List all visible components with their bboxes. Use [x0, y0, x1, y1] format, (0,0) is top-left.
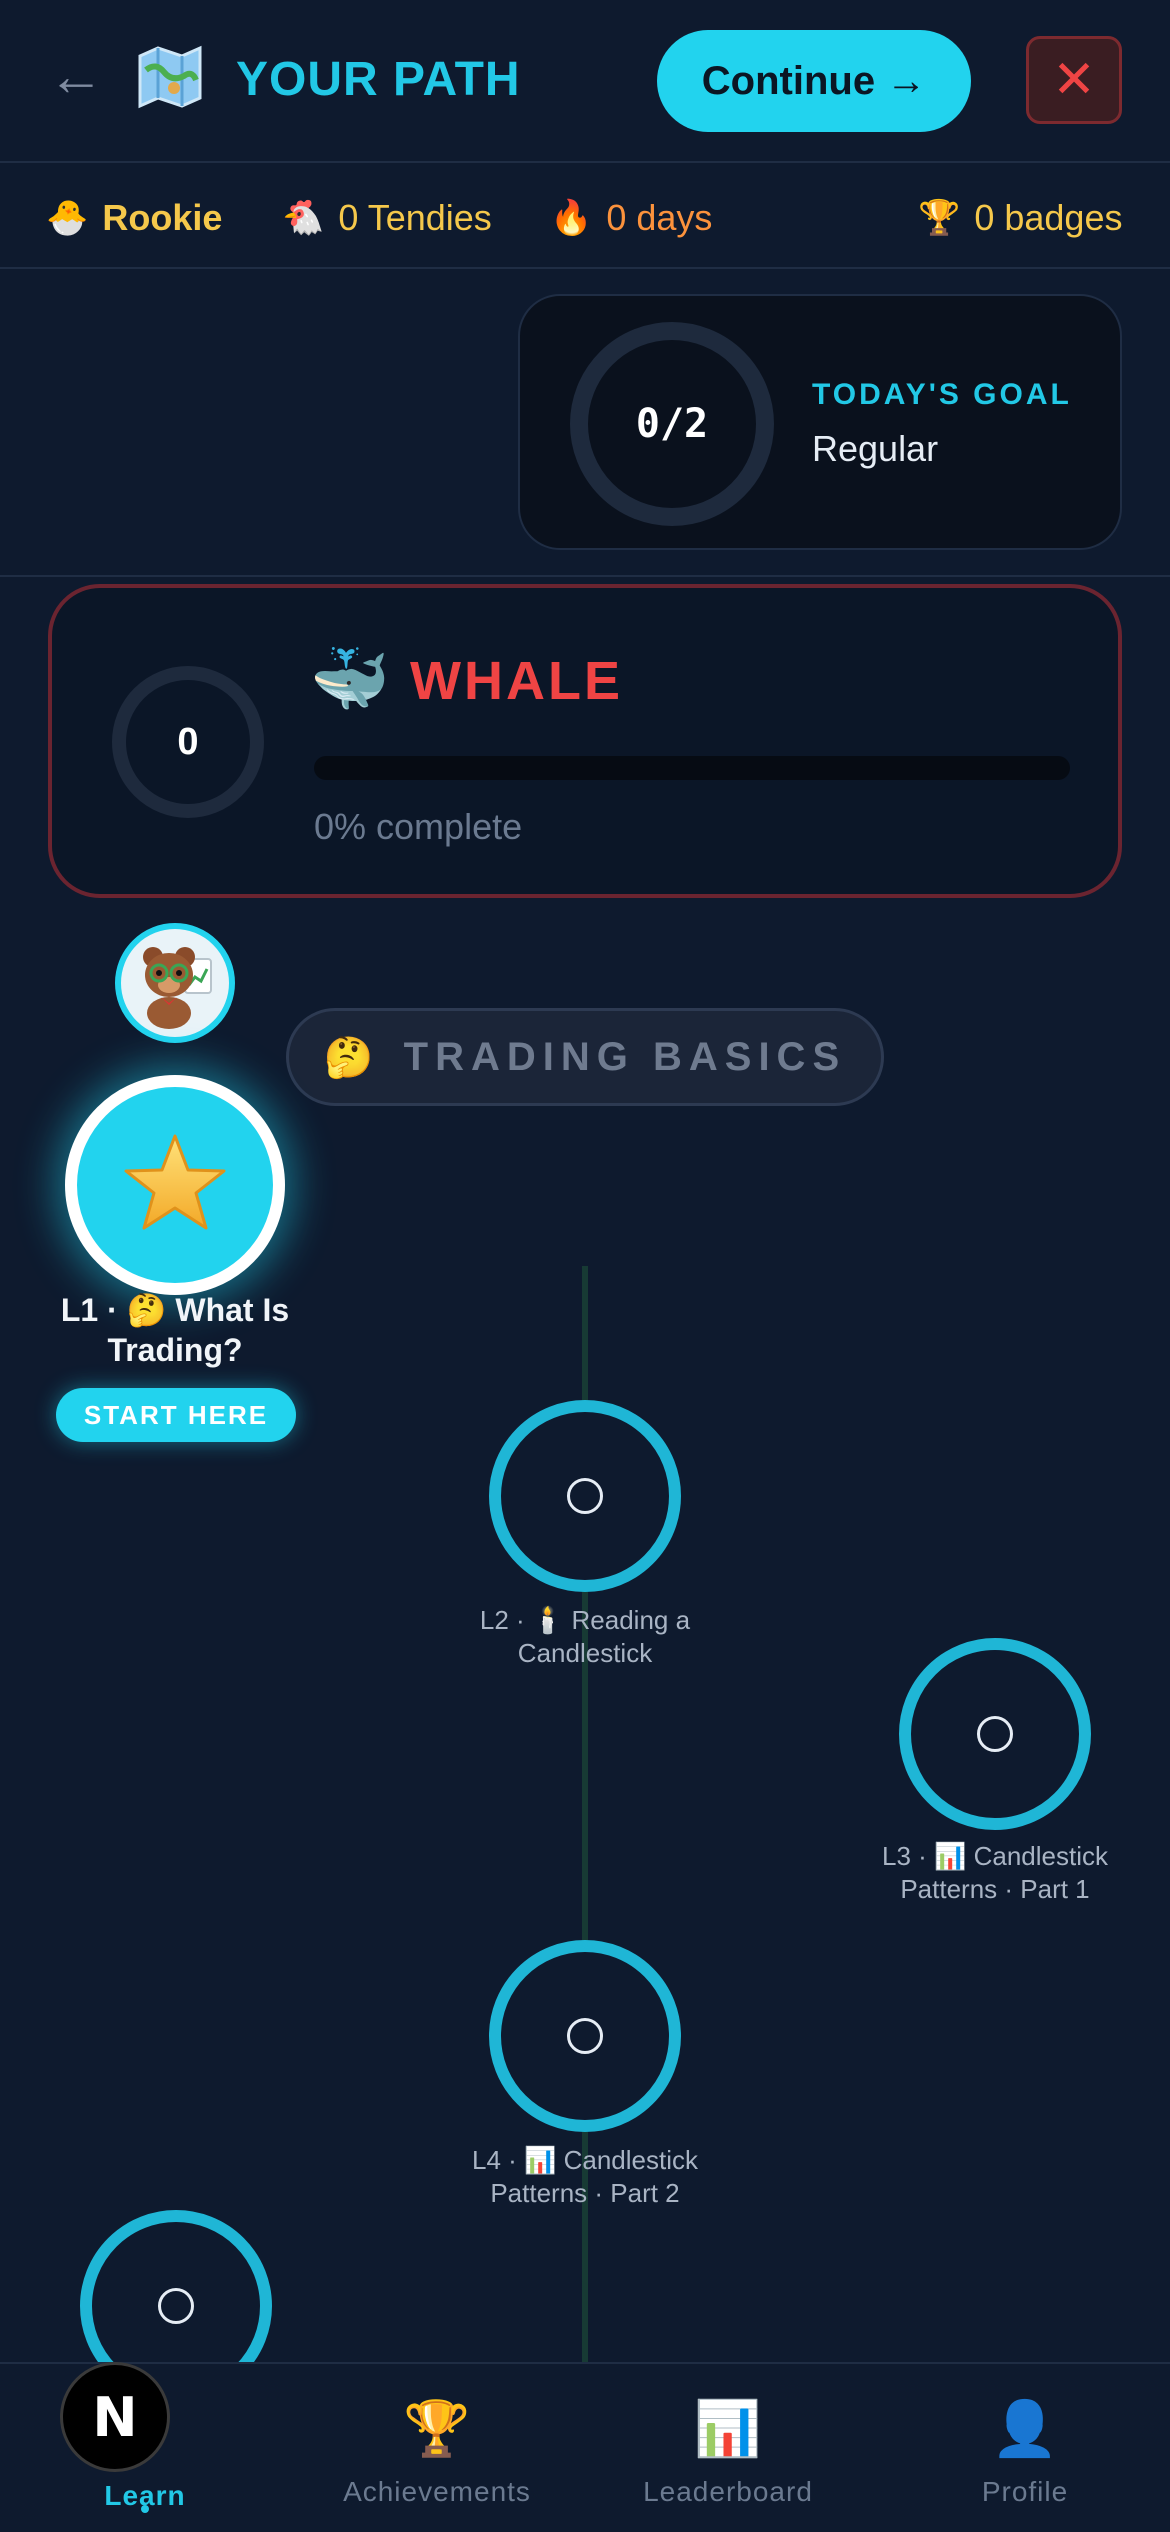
fire-icon: 🔥 [550, 199, 593, 237]
map-icon [138, 45, 202, 109]
nav-achievements-label: Achievements [343, 2476, 531, 2507]
divider [0, 575, 1170, 577]
lesson-node-3[interactable] [899, 1638, 1091, 1830]
goal-label: TODAY'S GOAL [812, 378, 1072, 411]
badges-label: 0 badges [974, 197, 1123, 238]
nav-achievements[interactable]: 🏆 Achievements [330, 2364, 544, 2532]
star-icon [124, 1134, 226, 1230]
user-icon: 👤 [991, 2399, 1059, 2459]
tendies-label: 0 Tendies [338, 197, 492, 238]
tendies-stat[interactable]: 🐔 0 Tendies [282, 193, 492, 243]
level-name: WHALE [410, 651, 623, 711]
lesson-node-4[interactable] [489, 1940, 681, 2132]
nav-leaderboard[interactable]: 📊 Leaderboard [620, 2364, 836, 2532]
continue-button[interactable]: Continue → [657, 30, 971, 132]
trophy-icon: 🏆 [403, 2399, 471, 2459]
bottom-nav: Learn 🏆 Achievements 📊 Leaderboard 👤 Pro… [0, 2362, 1170, 2532]
framework-logo[interactable]: N [60, 2362, 170, 2472]
stats-bar: 🐣 Rookie 🐔 0 Tendies 🔥 0 days 🏆 0 badges [0, 163, 1170, 269]
level-number: 0 [177, 720, 199, 763]
bear-mascot-avatar [115, 923, 235, 1043]
lesson-locked-circle-icon [977, 1716, 1013, 1752]
daily-goal-card[interactable]: 0/2 TODAY'S GOAL Regular [518, 294, 1122, 550]
badges-stat[interactable]: 🏆 0 badges [918, 193, 1122, 243]
lesson-node-1[interactable] [65, 1075, 285, 1295]
chicken-icon: 🐔 [282, 199, 325, 237]
section-title: TRADING BASICS [403, 1034, 847, 1079]
goal-mode: Regular [812, 428, 939, 469]
level-progress-text: 0% complete [314, 806, 523, 847]
goal-count: 0/2 [635, 401, 709, 447]
chick-icon: 🐣 [46, 199, 89, 237]
level-card[interactable]: 0 🐳 WHALE 0% complete [48, 584, 1122, 898]
close-button[interactable]: ✕ [1026, 36, 1122, 124]
rank-label: Rookie [102, 197, 223, 238]
lesson-locked-circle-icon [567, 2018, 603, 2054]
lesson-2-title: L2 · 🕯️ Reading a Candlestick [479, 1605, 691, 1668]
lesson-node-2[interactable] [489, 1400, 681, 1592]
start-here-button[interactable]: START HERE [56, 1388, 296, 1442]
streak-label: 0 days [606, 197, 713, 238]
nav-leaderboard-label: Leaderboard [643, 2476, 813, 2507]
trophy-icon: 🏆 [918, 199, 961, 237]
whale-icon: 🐳 [310, 643, 390, 715]
lesson-locked-circle-icon [158, 2288, 194, 2324]
level-progress-bar [314, 756, 1070, 780]
streak-stat[interactable]: 🔥 0 days [550, 193, 712, 243]
header: ← YOUR PATH Continue → ✕ [0, 0, 1170, 163]
nav-profile[interactable]: 👤 Profile [940, 2364, 1110, 2532]
nav-profile-label: Profile [981, 2476, 1069, 2507]
lesson-locked-circle-icon [567, 1478, 603, 1514]
active-tab-indicator [141, 2505, 149, 2513]
bear-icon [143, 947, 212, 1029]
lesson-4-title: L4 · 📊 Candlestick Patterns · Part 2 [471, 2145, 698, 2208]
page-title: YOUR PATH [236, 53, 521, 106]
section-header-chip: 🤔 TRADING BASICS [286, 1008, 884, 1106]
lesson-1-title: L1 · 🤔 What Is Trading? [60, 1292, 290, 1368]
bar-chart-icon: 📊 [694, 2399, 762, 2459]
back-arrow-icon[interactable]: ← [48, 48, 112, 108]
rank-stat[interactable]: 🐣 Rookie [46, 193, 222, 243]
lesson-3-title: L3 · 📊 Candlestick Patterns · Part 1 [881, 1841, 1108, 1904]
thinking-face-icon: 🤔 [323, 1035, 374, 1080]
